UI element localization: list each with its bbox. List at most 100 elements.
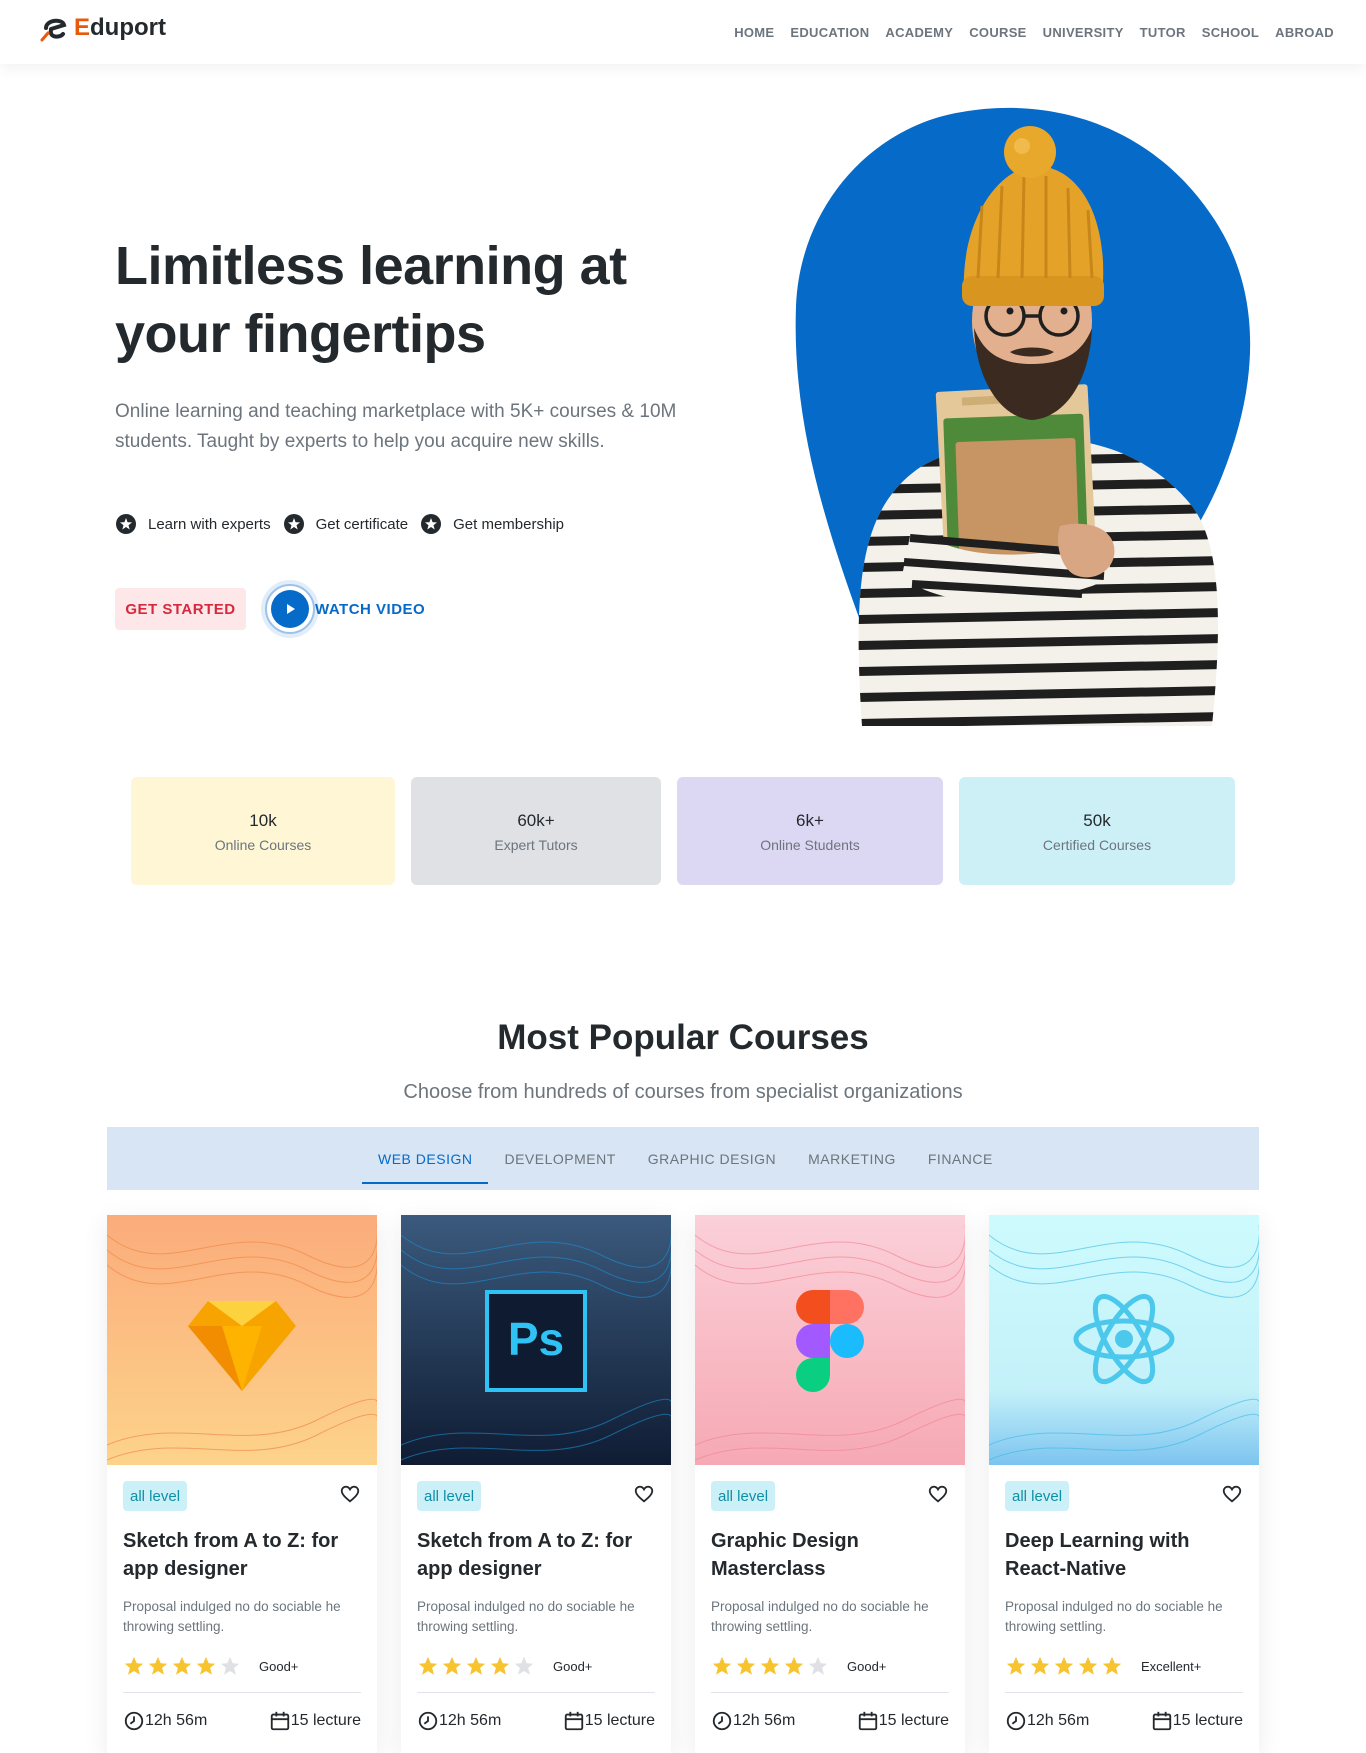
duration-text: 12h 56m <box>439 1712 502 1729</box>
star-icon <box>196 1656 216 1675</box>
course-description: Proposal indulged no do sociable he thro… <box>123 1599 341 1634</box>
level-badge: all level <box>417 1481 482 1511</box>
hero-image <box>795 107 1251 726</box>
feature-label: Get certificate <box>315 515 409 533</box>
course-title[interactable]: Deep Learning with React-Native <box>1005 1527 1245 1583</box>
star-empty-icon <box>220 1656 240 1675</box>
calendar-icon <box>270 1711 289 1731</box>
course-title[interactable]: Graphic Design Masterclass <box>711 1527 951 1583</box>
section-subtitle: Choose from hundreds of courses from spe… <box>403 1081 963 1103</box>
star-empty-icon <box>808 1656 828 1675</box>
tab-web-design[interactable]: WEB DESIGN <box>362 1127 489 1190</box>
feature-label: Learn with experts <box>148 515 271 533</box>
star-icon <box>442 1656 462 1675</box>
calendar-icon <box>564 1711 583 1731</box>
nav-course[interactable]: COURSE <box>969 25 1026 40</box>
nav-school[interactable]: SCHOOL <box>1202 25 1259 40</box>
star-badge-icon <box>283 514 304 534</box>
star-empty-icon <box>514 1656 534 1675</box>
get-started-button[interactable]: GET STARTED <box>115 588 246 630</box>
rating-label: Excellent+ <box>1141 1658 1202 1674</box>
heart-icon[interactable] <box>633 1483 655 1505</box>
course-rating: Good+ <box>417 1655 592 1677</box>
star-icon <box>1078 1656 1098 1675</box>
logo-text-first: E <box>74 14 91 41</box>
hero-title: Limitless learning at your fingertips <box>115 236 627 364</box>
duration-text: 12h 56m <box>733 1712 796 1729</box>
counter-value: 10k <box>249 811 277 830</box>
watch-video-button[interactable]: WATCH VIDEO <box>265 584 425 634</box>
course-title[interactable]: Sketch from A to Z: for app designer <box>417 1527 657 1583</box>
clock-icon <box>712 1711 732 1731</box>
lectures-text: 15 lecture <box>878 1712 949 1729</box>
heart-icon[interactable] <box>1221 1483 1243 1505</box>
logo[interactable]: Eduport <box>40 12 166 44</box>
logo-icon <box>40 18 67 42</box>
lectures-text: 15 lecture <box>1172 1712 1243 1729</box>
nav-education[interactable]: EDUCATION <box>790 25 869 40</box>
nav-university[interactable]: UNIVERSITY <box>1043 25 1124 40</box>
feature-item: Learn with experts <box>115 513 271 535</box>
watch-video-label: WATCH VIDEO <box>315 600 426 618</box>
clock-icon <box>1006 1711 1026 1731</box>
tab-development[interactable]: DEVELOPMENT <box>488 1127 631 1190</box>
play-button[interactable] <box>265 584 315 634</box>
heart-icon[interactable] <box>927 1483 949 1505</box>
counter-label: Online Students <box>760 837 860 853</box>
clock-icon <box>124 1711 144 1731</box>
main-nav: HOME EDUCATION ACADEMY COURSE UNIVERSITY… <box>718 0 1334 64</box>
lectures-text: 15 lecture <box>584 1712 655 1729</box>
play-icon <box>287 604 295 614</box>
course-card[interactable]: all level Graphic Design Masterclass Pro… <box>695 1215 965 1753</box>
course-duration: 12h 56m <box>711 1710 795 1732</box>
counter-label: Online Courses <box>214 837 312 853</box>
star-icon <box>418 1656 438 1675</box>
feature-item: Get membership <box>420 513 564 535</box>
tab-marketing[interactable]: MARKETING <box>792 1127 912 1190</box>
course-thumbnail <box>989 1215 1259 1465</box>
star-badge-icon <box>116 514 136 534</box>
nav-tutor[interactable]: TUTOR <box>1140 25 1186 40</box>
star-badge-icon <box>421 514 442 534</box>
course-lectures: 15 lecture <box>269 1710 361 1732</box>
counter-expert-tutors: 60k+ Expert Tutors <box>411 777 661 885</box>
divider <box>1005 1692 1243 1693</box>
clock-icon <box>418 1711 438 1731</box>
nav-academy[interactable]: ACADEMY <box>885 25 953 40</box>
course-thumbnail: Ps <box>401 1215 671 1465</box>
tab-graphic-design[interactable]: GRAPHIC DESIGN <box>632 1127 792 1190</box>
star-icon <box>466 1656 486 1675</box>
rating-label: Good+ <box>847 1658 887 1674</box>
counter-label: Certified Courses <box>1042 837 1152 853</box>
logo-text: Eduport <box>74 14 166 42</box>
course-lectures: 15 lecture <box>857 1710 949 1732</box>
course-duration: 12h 56m <box>123 1710 207 1732</box>
tab-finance[interactable]: FINANCE <box>912 1127 1009 1190</box>
course-rating: Excellent+ <box>1005 1655 1201 1677</box>
star-icon <box>712 1656 732 1675</box>
divider <box>711 1692 949 1693</box>
course-lectures: 15 lecture <box>1151 1710 1243 1732</box>
calendar-icon <box>1152 1711 1171 1731</box>
course-card[interactable]: all level Sketch from A to Z: for app de… <box>107 1215 377 1753</box>
star-icon <box>490 1656 510 1675</box>
course-card[interactable]: all level Deep Learning with React-Nativ… <box>989 1215 1259 1753</box>
star-icon <box>736 1656 756 1675</box>
heart-icon[interactable] <box>339 1483 361 1505</box>
navbar: Eduport HOME EDUCATION ACADEMY COURSE UN… <box>0 0 1366 64</box>
star-icon <box>148 1656 168 1675</box>
feature-item: Get certificate <box>283 513 409 535</box>
nav-home[interactable]: HOME <box>734 25 774 40</box>
course-tabs: WEB DESIGN DEVELOPMENT GRAPHIC DESIGN MA… <box>107 1127 1259 1190</box>
divider <box>123 1692 361 1693</box>
lectures-text: 15 lecture <box>290 1712 361 1729</box>
divider <box>417 1692 655 1693</box>
course-card[interactable]: Ps all level Sketch from A to Z: for app… <box>401 1215 671 1753</box>
star-icon <box>1006 1656 1026 1675</box>
star-icon <box>172 1656 192 1675</box>
counter-value: 60k+ <box>517 811 555 830</box>
level-badge: all level <box>1005 1481 1070 1511</box>
course-title[interactable]: Sketch from A to Z: for app designer <box>123 1527 363 1583</box>
nav-abroad[interactable]: ABROAD <box>1275 25 1334 40</box>
course-description: Proposal indulged no do sociable he thro… <box>1005 1599 1223 1634</box>
